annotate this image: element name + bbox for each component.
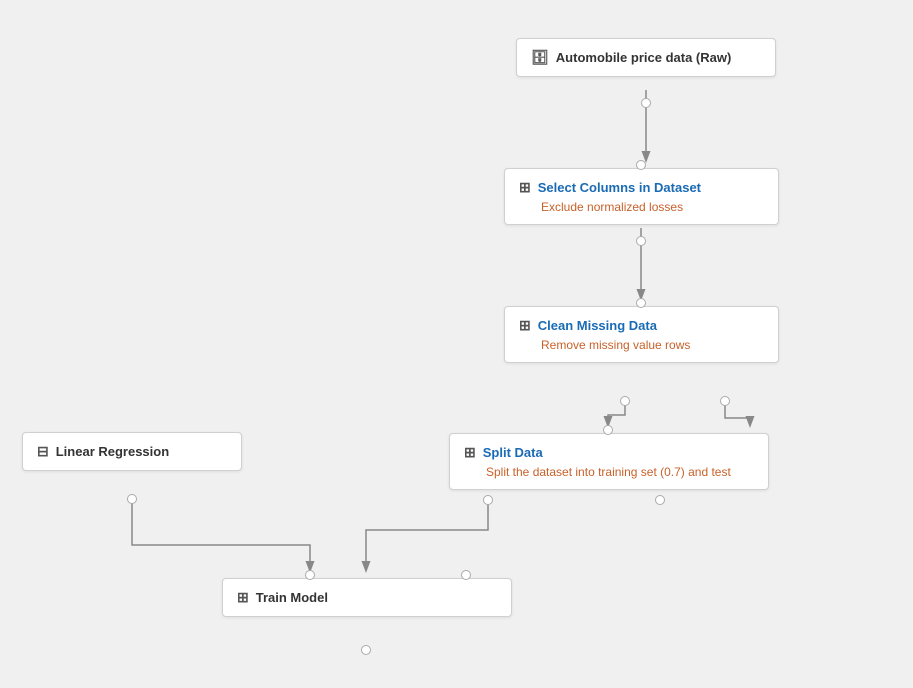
connector-automobile-out <box>641 98 651 108</box>
train-icon: ⊞ <box>237 589 249 606</box>
node-split-data-subtitle: Split the dataset into training set (0.7… <box>464 465 754 479</box>
connector-clean-in <box>636 298 646 308</box>
connector-split-in <box>603 425 613 435</box>
node-clean-missing-subtitle: Remove missing value rows <box>519 338 764 352</box>
node-select-columns-title: Select Columns in Dataset <box>538 180 701 195</box>
module-icon-clean: ⊞ <box>519 317 531 334</box>
connector-train-in-left <box>305 570 315 580</box>
node-automobile-title: Automobile price data (Raw) <box>556 50 732 65</box>
module-icon-select: ⊞ <box>519 179 531 196</box>
node-split-data[interactable]: ⊞ Split Data Split the dataset into trai… <box>449 433 769 490</box>
node-linear-regression-title: Linear Regression <box>56 444 169 459</box>
connector-train-in-right <box>461 570 471 580</box>
node-train-model[interactable]: ⊞ Train Model <box>222 578 512 617</box>
connector-select-in <box>636 160 646 170</box>
node-clean-missing-title: Clean Missing Data <box>538 318 657 333</box>
node-train-model-title: Train Model <box>256 590 328 605</box>
connector-clean-out-right <box>720 396 730 406</box>
node-split-data-title: Split Data <box>483 445 543 460</box>
node-select-columns[interactable]: ⊞ Select Columns in Dataset Exclude norm… <box>504 168 779 225</box>
connector-split-out-right <box>655 495 665 505</box>
connector-train-out <box>361 645 371 655</box>
connector-clean-out-left <box>620 396 630 406</box>
regression-icon: ⊟ <box>37 443 49 460</box>
module-icon-split: ⊞ <box>464 444 476 461</box>
connector-split-out-left <box>483 495 493 505</box>
connector-regression-out <box>127 494 137 504</box>
node-clean-missing[interactable]: ⊞ Clean Missing Data Remove missing valu… <box>504 306 779 363</box>
connector-select-out <box>636 236 646 246</box>
node-select-columns-subtitle: Exclude normalized losses <box>519 200 764 214</box>
node-automobile[interactable]: 🗄 Automobile price data (Raw) <box>516 38 776 77</box>
database-icon: 🗄 <box>531 49 549 66</box>
node-linear-regression[interactable]: ⊟ Linear Regression <box>22 432 242 471</box>
